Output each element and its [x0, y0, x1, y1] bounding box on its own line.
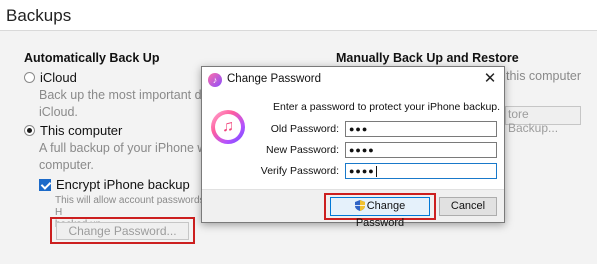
icloud-label: iCloud — [40, 70, 77, 85]
encrypt-label: Encrypt iPhone backup — [56, 177, 190, 192]
change-password-button[interactable]: Change Password... — [56, 222, 189, 240]
manual-backup-heading: Manually Back Up and Restore — [336, 51, 519, 65]
manual-this-computer-text: this computer — [506, 69, 582, 83]
this-computer-radio[interactable]: This computer — [24, 123, 122, 138]
cancel-button[interactable]: Cancel — [439, 197, 497, 216]
auto-backup-heading: Automatically Back Up — [24, 51, 160, 65]
verify-password-value: ●●●● — [349, 166, 375, 176]
text-caret — [375, 166, 377, 178]
new-password-field[interactable]: ●●●● — [345, 142, 497, 158]
verify-password-label: Verify Password: — [260, 165, 339, 177]
close-icon[interactable]: ✕ — [482, 70, 498, 88]
this-computer-label: This computer — [40, 123, 123, 138]
encrypt-checkbox-row[interactable]: Encrypt iPhone backup — [39, 177, 190, 192]
itunes-icon: ♫ — [211, 110, 245, 144]
dialog-title: Change Password — [227, 73, 321, 85]
change-password-confirm-button[interactable]: Change Password — [330, 197, 430, 229]
uac-shield-icon — [354, 200, 365, 211]
new-password-label: New Password: — [266, 144, 339, 156]
old-password-label: Old Password: — [270, 123, 339, 135]
music-note-icon: ♫ — [215, 114, 241, 140]
change-password-dialog: ♪ Change Password ✕ ♫ Enter a password t… — [201, 66, 505, 229]
icloud-radio[interactable]: iCloud — [24, 70, 77, 85]
encrypt-checkbox[interactable] — [39, 178, 51, 191]
itunes-small-icon: ♪ — [208, 73, 222, 87]
old-password-field[interactable]: ●●● — [345, 121, 497, 137]
dialog-prompt: Enter a password to protect your iPhone … — [273, 101, 501, 113]
icloud-radio-button[interactable] — [24, 72, 35, 83]
verify-password-field[interactable]: ●●●● — [345, 163, 497, 179]
page-title: Backups — [6, 6, 72, 25]
restore-backup-button[interactable]: tore Backup... — [505, 106, 581, 135]
this-computer-radio-button[interactable] — [24, 125, 35, 136]
dialog-titlebar[interactable]: ♪ Change Password ✕ — [202, 67, 504, 93]
